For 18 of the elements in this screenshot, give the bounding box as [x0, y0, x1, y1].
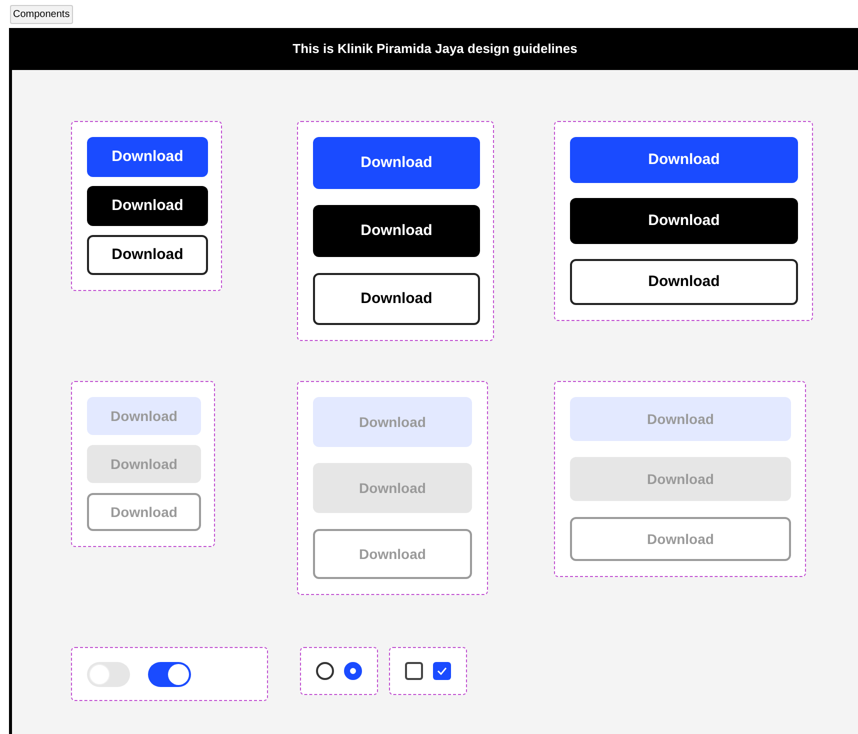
primary-button[interactable]: Download	[570, 137, 798, 183]
radio-button[interactable]	[344, 662, 362, 680]
header-title: This is Klinik Piramida Jaya design guidelines	[292, 40, 578, 58]
checkbox[interactable]	[433, 662, 451, 680]
dark-button[interactable]: Download	[570, 198, 798, 244]
components-button[interactable]: Components	[10, 4, 73, 24]
toggle-switch[interactable]	[148, 662, 191, 686]
outline-button[interactable]: Download	[313, 273, 480, 325]
radio-button[interactable]	[316, 662, 334, 680]
check-icon	[437, 667, 447, 675]
primary-button[interactable]: Download	[313, 137, 480, 189]
dark-button[interactable]: Download	[87, 186, 208, 226]
checkbox[interactable]	[405, 662, 423, 680]
dark-button[interactable]: Download	[313, 205, 480, 257]
primary-button[interactable]: Download	[87, 137, 208, 177]
outline-button[interactable]: Download	[87, 235, 208, 275]
toggle-switch[interactable]	[87, 662, 130, 686]
outline-button[interactable]: Download	[570, 259, 798, 305]
